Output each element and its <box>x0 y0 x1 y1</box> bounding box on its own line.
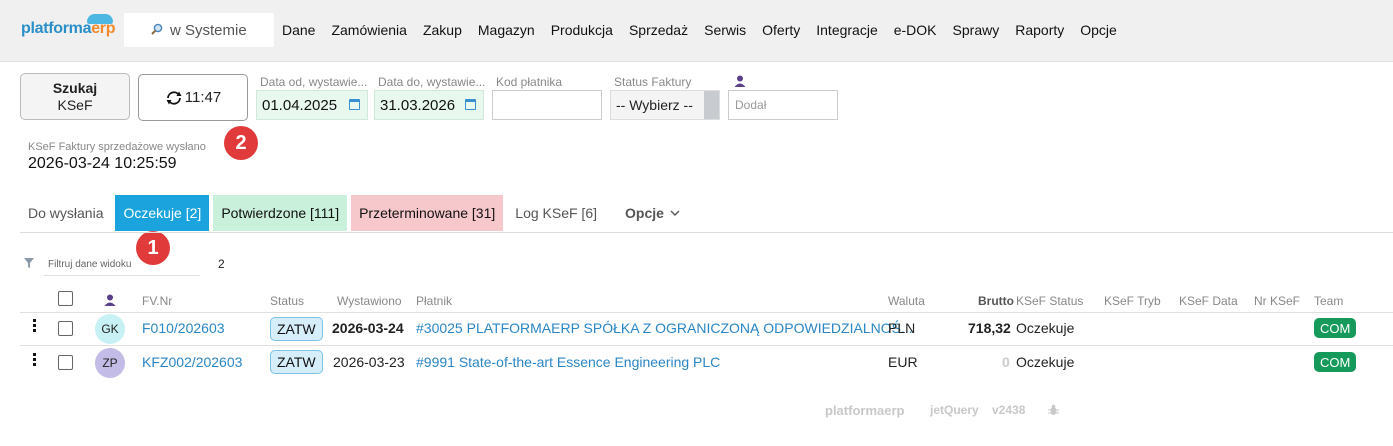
menu-item-dane[interactable]: Dane <box>282 22 315 38</box>
issued-date: 2026-03-24 <box>332 320 404 336</box>
menu-item-edok[interactable]: e-DOK <box>894 22 937 38</box>
payer-code-label: Kod płatnika <box>496 75 563 89</box>
menu-item-opcje[interactable]: Opcje <box>1080 22 1117 38</box>
platformaerp-logo[interactable]: platformaerp <box>21 14 116 38</box>
menu-item-oferty[interactable]: Oferty <box>762 22 800 38</box>
global-search-input[interactable]: w Systemie <box>124 13 274 47</box>
menu-item-integracje[interactable]: Integracje <box>816 22 877 38</box>
select-scrollbar[interactable] <box>704 91 719 119</box>
refresh-icon <box>166 90 182 105</box>
menu-item-magazyn[interactable]: Magazyn <box>478 22 535 38</box>
calendar-icon[interactable] <box>349 99 360 110</box>
currency: PLN <box>888 320 916 336</box>
tab-bar: Do wysłania Oczekuje [2] Potwierdzone [1… <box>20 195 692 231</box>
column-header-team[interactable]: Team <box>1314 294 1343 308</box>
row-checkbox[interactable] <box>58 355 73 370</box>
footer-version: v2438 <box>992 403 1026 417</box>
column-header-issued[interactable]: Wystawiono <box>337 294 402 308</box>
tab-do-wyslania[interactable]: Do wysłania <box>20 195 111 231</box>
gross-amount: 0 <box>1002 354 1010 370</box>
payer-code-input[interactable] <box>492 90 602 120</box>
ksef-status: Oczekuje <box>1016 354 1075 370</box>
user-icon <box>104 294 116 306</box>
tab-opcje[interactable]: Opcje <box>609 195 688 231</box>
top-navigation-bar: platformaerp w Systemie Dane Zamówienia … <box>0 0 1393 62</box>
team-badge: COM <box>1314 318 1357 338</box>
ksef-sent-label: KSeF Faktury sprzedażowe wysłano <box>28 141 206 153</box>
column-header-ksef-date[interactable]: KSeF Data <box>1179 294 1238 308</box>
payer-link[interactable]: #30025 PLATFORMAERP SPÓŁKA Z OGRANICZONĄ… <box>416 320 913 336</box>
column-header-ksef-mode[interactable]: KSeF Tryb <box>1104 294 1161 308</box>
menu-item-raporty[interactable]: Raporty <box>1015 22 1064 38</box>
issued-date: 2026-03-23 <box>333 354 405 370</box>
filter-icon <box>24 258 34 268</box>
menu-item-zakup[interactable]: Zakup <box>423 22 462 38</box>
row-count: 2 <box>218 257 225 271</box>
main-menu: Dane Zamówienia Zakup Magazyn Produkcja … <box>282 22 1133 38</box>
gross-amount: 718,32 <box>968 320 1011 336</box>
ksef-sent-datetime: 2026-03-24 10:25:59 <box>28 155 177 172</box>
menu-item-sprawy[interactable]: Sprawy <box>953 22 1000 38</box>
row-menu-icon[interactable] <box>33 353 37 368</box>
date-to-input[interactable]: 31.03.2026 <box>374 90 484 120</box>
menu-item-zamowienia[interactable]: Zamówienia <box>331 22 406 38</box>
column-header-payer[interactable]: Płatnik <box>416 294 452 308</box>
magnifier-icon <box>151 23 163 35</box>
tab-przeterminowane[interactable]: Przeterminowane [31] <box>351 195 504 231</box>
row-checkbox[interactable] <box>58 321 73 336</box>
invoice-status-select[interactable]: -- Wybierz -- <box>610 90 720 120</box>
date-from-label: Data od, wystawie... <box>260 75 368 89</box>
date-to-label: Data do, wystawie... <box>378 75 486 89</box>
menu-item-produkcja[interactable]: Produkcja <box>551 22 613 38</box>
invoice-number-link[interactable]: F010/202603 <box>142 320 225 336</box>
added-by-input[interactable]: Dodał <box>728 90 838 120</box>
search-ksef-button[interactable]: Szukaj KSeF <box>20 73 130 120</box>
column-header-gross[interactable]: Brutto <box>978 294 1014 308</box>
date-from-input[interactable]: 01.04.2025 <box>256 90 368 120</box>
team-badge: COM <box>1314 352 1357 372</box>
tab-potwierdzone[interactable]: Potwierdzone [111] <box>213 195 348 231</box>
select-all-checkbox[interactable] <box>58 291 73 306</box>
menu-item-sprzedaz[interactable]: Sprzedaż <box>629 22 688 38</box>
invoice-status-label: Status Faktury <box>614 75 692 89</box>
avatar: GK <box>95 314 125 344</box>
invoice-number-link[interactable]: KFZ002/202603 <box>142 354 242 370</box>
row-menu-icon[interactable] <box>33 319 37 334</box>
tab-divider <box>20 232 1393 233</box>
avatar: ZP <box>95 348 125 378</box>
tab-log-ksef[interactable]: Log KSeF [6] <box>507 195 605 231</box>
bug-icon[interactable] <box>1048 404 1059 416</box>
column-header-ksef-status[interactable]: KSeF Status <box>1016 294 1083 308</box>
column-header-ksef-nr[interactable]: Nr KSeF <box>1254 294 1300 308</box>
menu-item-serwis[interactable]: Serwis <box>704 22 746 38</box>
column-header-fvnr[interactable]: FV.Nr <box>142 294 172 308</box>
user-icon <box>734 75 746 87</box>
footer-jetquery: jetQuery <box>930 403 979 417</box>
calendar-icon[interactable] <box>465 99 476 110</box>
currency: EUR <box>888 354 918 370</box>
view-filter-input[interactable]: Filtruj dane widoku <box>44 256 200 276</box>
footer-brand: platformaerp <box>825 403 905 418</box>
chevron-down-icon <box>670 210 680 216</box>
tab-oczekuje[interactable]: Oczekuje [2] <box>115 195 210 231</box>
column-header-currency[interactable]: Waluta <box>888 294 925 308</box>
ksef-status: Oczekuje <box>1016 320 1075 336</box>
column-header-status[interactable]: Status <box>270 294 304 308</box>
status-badge: ZATW <box>270 317 323 341</box>
refresh-button[interactable]: 11:47 <box>138 74 248 121</box>
status-badge: ZATW <box>270 350 323 374</box>
cloud-logo-icon <box>87 14 113 24</box>
callout-badge-2: 2 <box>224 126 258 160</box>
payer-link[interactable]: #9991 State-of-the-art Essence Engineeri… <box>416 354 720 370</box>
